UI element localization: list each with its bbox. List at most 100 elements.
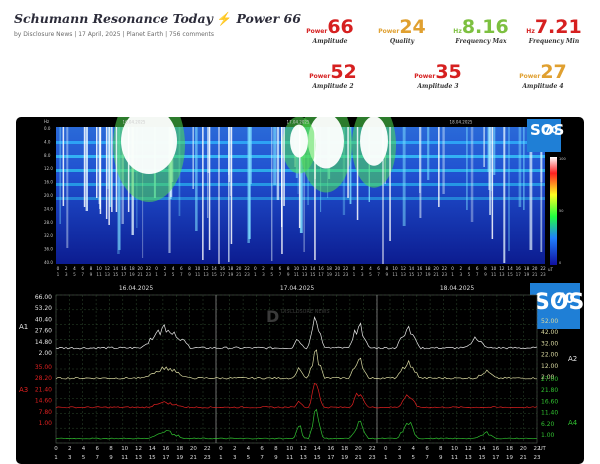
stat-amplitude-4: Power27 Amplitude 4 (503, 62, 583, 90)
amplitude-hour-tick: 18 (341, 446, 348, 452)
spectrogram-hour-tick: 3 (361, 272, 364, 277)
amplitude-hour-tick: 7 (260, 455, 264, 461)
spectrogram-hour-tick: 19 (524, 272, 530, 277)
stat-caption: Quality (389, 38, 415, 45)
amplitude-hour-tick: 9 (439, 455, 443, 461)
spectrogram-hour-tick: 9 (90, 272, 93, 277)
amplitude-hour-tick: 9 (274, 455, 278, 461)
amplitude-hour-tick: 15 (149, 455, 156, 461)
amplitude-hour-tick: 10 (451, 446, 458, 452)
spectrogram-hour-tick: 10 (195, 266, 201, 271)
spectrogram-streak (487, 127, 490, 172)
spectrogram-white-streak (314, 127, 316, 260)
amplitude-hour-tick: 4 (82, 446, 86, 452)
axis-tick-a2: 32.00 (541, 340, 558, 347)
spectrogram-hour-tick: 6 (81, 266, 84, 271)
stat-caption: Amplitude 4 (522, 83, 564, 90)
amplitude-hour-tick: 20 (520, 446, 527, 452)
amplitude-hour-tick: 17 (492, 455, 499, 461)
amplitude-hour-tick: 0 (219, 446, 223, 452)
spectrogram-white-streak (438, 127, 440, 207)
spectrogram-hour-tick: 5 (468, 272, 471, 277)
axis-tick-a2: 12.00 (541, 363, 558, 370)
amplitude-hour-tick: 8 (109, 446, 113, 452)
amplitude-hour-tick: 5 (247, 455, 251, 461)
spectrogram-hour-tick: 12 (105, 266, 111, 271)
amplitude-left-axis: 66.00 53.20 40.40 27.60 14.80 2.00 35.00 28.20 2… (35, 294, 52, 427)
spectrogram-hour-tick: 21 (138, 272, 144, 277)
spectrogram-hour-tick: 21 (236, 272, 242, 277)
spectrogram-hour-tick: 14 (113, 266, 119, 271)
spectrogram-hour-tick: 3 (459, 272, 462, 277)
amplitude-hour-tick: 19 (176, 455, 183, 461)
spectrogram-hour-tick: 7 (180, 272, 183, 277)
spectrogram-hour-tick: 19 (228, 272, 234, 277)
axis-tick-a3: 28.20 (35, 375, 52, 382)
spectrogram-streak (66, 127, 69, 248)
amplitude-hour-tick: 23 (204, 455, 211, 461)
spectrogram-hour-tick: 2 (262, 266, 265, 271)
spectrogram-hour-tick: 15 (113, 272, 119, 277)
spectrogram-white-streak (298, 127, 301, 228)
spectrogram-streak (271, 127, 273, 261)
logo-text-70: 70 (544, 125, 558, 136)
colorbar (550, 157, 557, 265)
spectrogram-white-streak (281, 127, 283, 254)
axis-tick-a2: 52.00 (541, 318, 558, 325)
axis-tick-a3: 14.60 (35, 398, 52, 405)
axis-tick-a4: 21.80 (541, 387, 558, 394)
spectrogram-hour-tick: 18 (524, 266, 530, 271)
amplitude-hour-tick: 5 (82, 455, 86, 461)
spectrogram-hour-tick: 14 (409, 266, 415, 271)
stat-value: 24 (399, 16, 426, 38)
stat-frequency-min: Hz7.21 Frequency Min (514, 17, 594, 45)
amplitude-hour-tick: 15 (479, 455, 486, 461)
amplitude-hour-tick: 5 (412, 455, 416, 461)
amplitude-hour-tick: 13 (135, 455, 142, 461)
spectrogram-burst-core (360, 117, 388, 166)
spectrogram-hour-tick: 4 (172, 266, 175, 271)
spectrogram-hour-tick: 22 (244, 266, 250, 271)
spectrogram-white-streak (108, 127, 110, 225)
amplitude-hour-tick: 10 (121, 446, 128, 452)
spectrogram-hour-tick: 0 (254, 266, 257, 271)
amplitude-hour-tick: 2 (68, 446, 72, 452)
spectrogram-hour-tick: 5 (270, 272, 273, 277)
article-title[interactable]: Schumann Resonance Today ⚡ Power 66 (14, 11, 301, 27)
axis-tick-a3: 35.00 (35, 364, 52, 371)
spectrogram-white-streak (111, 127, 113, 212)
spectrogram-hour-tick: 0 (155, 266, 158, 271)
amplitude-time-unit: UT (539, 446, 547, 452)
stat-caption: Amplitude 2 (312, 83, 354, 90)
amplitude-hour-tick: 10 (286, 446, 293, 452)
spectrogram-hour-tick: 11 (491, 272, 497, 277)
axis-tick-a4: 11.40 (541, 410, 558, 417)
amplitude-hour-tick: 7 (425, 455, 429, 461)
spectrogram-hour-tick: 2 (65, 266, 68, 271)
axis-tick-a1: 2.00 (39, 350, 53, 357)
spectrogram-hour-tick: 16 (121, 266, 127, 271)
spectrogram-hour-tick: 9 (484, 272, 487, 277)
spectrogram-hour-tick: 16 (417, 266, 423, 271)
axis-name-a1: A1 (19, 323, 28, 331)
amplitude-hour-tick: 0 (384, 446, 388, 452)
spectrogram-hz-label: 0.0 (44, 126, 51, 131)
spectrogram-hour-tick: 8 (385, 266, 388, 271)
spectrogram-streak (402, 127, 406, 226)
amplitude-hour-tick: 20 (190, 446, 197, 452)
axis-tick-a2: 22.00 (541, 352, 558, 359)
colorbar-label: 100 (559, 157, 566, 161)
amplitude-date-label: 17.04.2025 (280, 285, 315, 292)
spectrogram-date-label: 18.04.2025 (450, 120, 473, 125)
amplitude-hour-tick: 3 (233, 455, 237, 461)
stat-unit: Power (309, 73, 331, 80)
axis-tick-a3: 7.80 (39, 409, 53, 416)
amplitude-hour-tick: 23 (369, 455, 376, 461)
spectrogram-hour-tick: 17 (220, 272, 226, 277)
spectrogram-hour-tick: 1 (254, 272, 257, 277)
spectrogram-hour-tick: 18 (425, 266, 431, 271)
spectrogram-hour-tick: 23 (244, 272, 250, 277)
spectrogram-hour-tick: 17 (318, 272, 324, 277)
amplitude-hour-tick: 11 (451, 455, 458, 461)
spectrogram-white-streak (356, 127, 359, 220)
